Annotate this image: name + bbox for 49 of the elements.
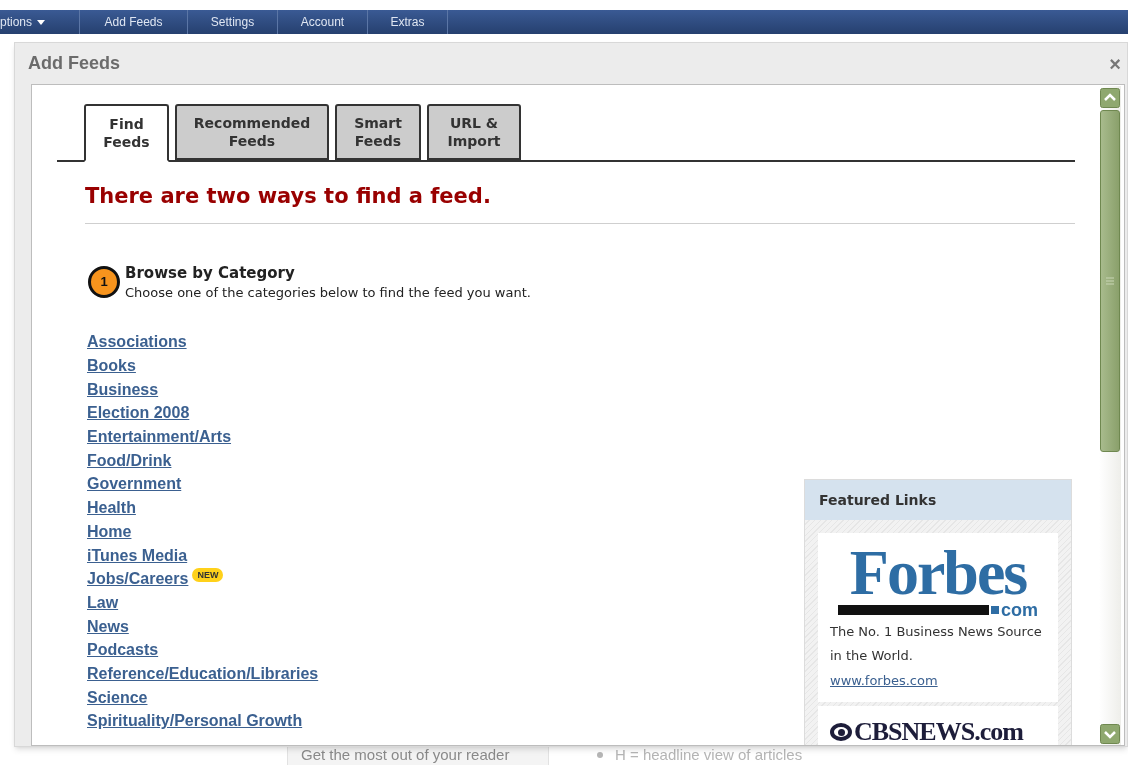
menu-item[interactable]: Account (278, 10, 368, 34)
close-button[interactable]: × (1105, 53, 1125, 74)
grip-icon (1106, 277, 1114, 285)
cbs-logo: CBSNEWS.com (854, 718, 1023, 745)
card-link[interactable]: www.forbes.com (830, 673, 938, 688)
step-description: Choose one of the categories below to find the feed you want. (125, 283, 531, 302)
eye-logo-icon (830, 723, 852, 741)
category-link[interactable]: iTunes Media (87, 544, 188, 567)
tab[interactable]: Find Feeds (84, 104, 169, 162)
category-link[interactable]: Entertainment/Arts (87, 426, 232, 449)
category-link[interactable]: Home (87, 520, 132, 543)
tab[interactable]: Recommended Feeds (175, 104, 329, 160)
menu-item[interactable]: Settings (188, 10, 278, 34)
scrollbar[interactable] (1099, 86, 1121, 745)
scroll-up-icon[interactable] (1100, 88, 1120, 108)
tab[interactable]: Smart Feeds (335, 104, 421, 160)
category-link[interactable]: Law (87, 591, 119, 614)
menu-item[interactable]: ptions (0, 10, 80, 34)
category-link[interactable]: Books (87, 355, 136, 378)
scroll-thumb[interactable] (1100, 110, 1120, 452)
category-link[interactable]: Government (87, 473, 182, 496)
bullet-icon (597, 752, 603, 759)
logo-suffix: com (991, 603, 1038, 617)
background-text: H = headline view of articles (615, 745, 803, 765)
new-badge: NEW (192, 568, 224, 583)
page-heading: There are two ways to find a feed. (85, 184, 491, 208)
category-link[interactable]: Business (87, 378, 159, 401)
category-link[interactable]: Election 2008 (87, 402, 190, 425)
scroll-down-icon[interactable] (1100, 724, 1120, 744)
category-link[interactable]: Science (87, 686, 148, 709)
category-link[interactable]: News (87, 615, 129, 638)
category-link[interactable]: Jobs/Careers (87, 568, 189, 591)
dialog-title: Add Feeds (28, 52, 120, 75)
category-link[interactable]: Podcasts (87, 639, 159, 662)
card-description: The No. 1 Business News Source in the World. (830, 623, 1043, 665)
menu-item[interactable]: Extras (368, 10, 448, 34)
menu-item[interactable]: Add Feeds (80, 10, 188, 34)
panel-title: Featured Links (819, 490, 937, 510)
tab[interactable]: URL & Import (427, 104, 521, 160)
category-link[interactable]: Health (87, 497, 136, 520)
category-link[interactable]: Reference/Education/Libraries (87, 662, 319, 685)
category-link[interactable]: Food/Drink (87, 449, 172, 472)
logo-bar-icon (838, 605, 989, 615)
forbes-logo: Forbes (849, 545, 1027, 601)
category-link[interactable]: Spirituality/Personal Growth (87, 710, 303, 733)
step-title: Browse by Category (125, 262, 296, 283)
category-link[interactable]: Associations (87, 331, 187, 354)
step-number-badge: 1 (88, 265, 120, 298)
tip-text: Get the most out of your reader (301, 746, 510, 763)
